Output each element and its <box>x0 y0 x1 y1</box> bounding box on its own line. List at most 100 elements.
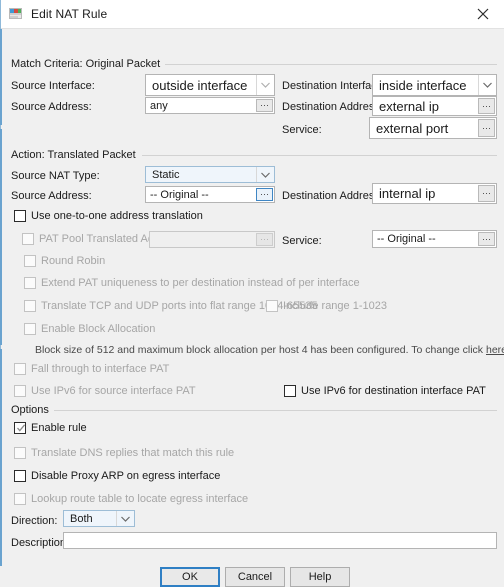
match-criteria-legend: Match Criteria: Original Packet <box>11 58 166 70</box>
extend-pat-label: Extend PAT uniqueness to per destination… <box>41 277 360 289</box>
edit-nat-rule-dialog: Edit NAT Rule Match Criteria: Original P… <box>0 0 504 587</box>
include-range-label: Include range 1-1023 <box>283 300 387 312</box>
left-rail-bottom <box>0 349 2 566</box>
source-nat-type-combo[interactable]: Static <box>145 166 275 183</box>
direction-label: Direction: <box>11 515 58 527</box>
lookup-route-checkbox[interactable]: Lookup route table to locate egress inte… <box>14 493 248 505</box>
action-divider <box>142 155 497 156</box>
action-legend: Action: Translated Packet <box>11 149 141 161</box>
destination-address-field[interactable]: external ip ··· <box>372 96 497 116</box>
fall-through-label: Fall through to interface PAT <box>31 363 170 375</box>
source-address-label: Source Address: <box>11 101 92 113</box>
pat-pool-field[interactable]: ··· <box>149 231 275 248</box>
block-allocation-info: Block size of 512 and maximum block allo… <box>35 344 504 356</box>
checkbox-box <box>14 210 26 222</box>
source-interface-combo[interactable]: outside interface <box>145 74 275 96</box>
checkbox-box <box>22 233 34 245</box>
translated-destination-address-field[interactable]: internal ip ··· <box>372 183 497 204</box>
translate-dns-checkbox[interactable]: Translate DNS replies that match this ru… <box>14 447 234 459</box>
pat-pool-browse-button[interactable]: ··· <box>256 233 273 246</box>
one-to-one-translation-checkbox[interactable]: Use one-to-one address translation <box>14 210 203 222</box>
destination-interface-label: Destination Interface: <box>282 80 386 92</box>
ipv6-destination-checkbox[interactable]: Use IPv6 for destination interface PAT <box>284 385 486 397</box>
translated-source-address-label: Source Address: <box>11 190 92 202</box>
checkmark-icon <box>16 423 26 433</box>
disable-proxy-arp-checkbox[interactable]: Disable Proxy ARP on egress interface <box>14 470 220 482</box>
checkbox-box <box>14 470 26 482</box>
dialog-title: Edit NAT Rule <box>31 7 108 21</box>
direction-combo[interactable]: Both <box>63 510 135 527</box>
close-icon[interactable] <box>470 0 496 28</box>
service-browse-button[interactable]: ··· <box>478 119 495 137</box>
pat-service-label: Service: <box>282 235 322 247</box>
destination-address-label: Destination Address: <box>282 101 383 113</box>
match-criteria-divider <box>149 64 497 65</box>
enable-rule-checkbox[interactable]: Enable rule <box>14 422 87 434</box>
translated-source-address-browse-button[interactable]: ··· <box>256 188 273 201</box>
checkbox-box <box>24 277 36 289</box>
direction-value: Both <box>70 512 93 525</box>
chevron-down-icon[interactable] <box>478 75 496 95</box>
round-robin-label: Round Robin <box>41 255 106 267</box>
service-field[interactable]: external port ··· <box>369 117 497 139</box>
destination-interface-combo[interactable]: inside interface <box>372 74 497 96</box>
disable-proxy-arp-label: Disable Proxy ARP on egress interface <box>31 470 221 482</box>
translated-destination-address-value: internal ip <box>379 186 436 201</box>
checkbox-box <box>284 385 296 397</box>
source-address-browse-button[interactable]: ··· <box>256 99 273 112</box>
pat-service-field[interactable]: -- Original -- ··· <box>372 230 497 248</box>
ipv6-source-label: Use IPv6 for source interface PAT <box>31 385 196 397</box>
ipv6-destination-label: Use IPv6 for destination interface PAT <box>301 385 486 397</box>
source-nat-type-value: Static <box>152 168 180 181</box>
service-value: external port <box>376 120 449 136</box>
extend-pat-checkbox[interactable]: Extend PAT uniqueness to per destination… <box>24 277 360 289</box>
help-button[interactable]: Help <box>290 567 350 587</box>
checkbox-box <box>14 447 26 459</box>
description-label: Description: <box>11 537 70 549</box>
destination-address-value: external ip <box>379 98 439 114</box>
checkbox-box <box>14 385 26 397</box>
options-legend: Options <box>11 404 54 416</box>
source-address-value: any <box>150 99 168 112</box>
checkbox-box <box>266 300 278 312</box>
dialog-content: Match Criteria: Original Packet Source I… <box>0 29 504 587</box>
translated-source-address-field[interactable]: -- Original -- ··· <box>145 186 275 203</box>
chevron-down-icon[interactable] <box>256 75 274 95</box>
block-allocation-info-text: Block size of 512 and maximum block allo… <box>35 344 486 356</box>
pat-service-value: -- Original -- <box>377 233 436 245</box>
chevron-down-icon[interactable] <box>116 511 134 526</box>
checkbox-box <box>14 422 26 434</box>
options-divider <box>48 410 497 411</box>
source-nat-type-label: Source NAT Type: <box>11 170 100 182</box>
ok-button[interactable]: OK <box>160 567 220 587</box>
block-allocation-info-link[interactable]: here <box>486 344 504 356</box>
checkbox-box <box>24 323 36 335</box>
source-interface-value: outside interface <box>152 77 248 93</box>
checkbox-box <box>24 300 36 312</box>
one-to-one-translation-label: Use one-to-one address translation <box>31 210 203 222</box>
chevron-down-icon[interactable] <box>256 167 274 182</box>
destination-interface-value: inside interface <box>379 77 467 93</box>
source-address-field[interactable]: any ··· <box>145 97 275 114</box>
description-input[interactable] <box>63 532 497 549</box>
enable-rule-label: Enable rule <box>31 422 87 434</box>
dialog-titlebar: Edit NAT Rule <box>1 0 504 29</box>
destination-address-browse-button[interactable]: ··· <box>478 98 495 114</box>
checkbox-box <box>14 493 26 505</box>
translate-dns-label: Translate DNS replies that match this ru… <box>31 447 235 459</box>
fall-through-checkbox[interactable]: Fall through to interface PAT <box>14 363 169 375</box>
left-rail-mid <box>0 129 2 345</box>
cancel-button[interactable]: Cancel <box>225 567 285 587</box>
pat-service-browse-button[interactable]: ··· <box>478 232 495 246</box>
block-allocation-checkbox[interactable]: Enable Block Allocation <box>24 323 155 335</box>
round-robin-checkbox[interactable]: Round Robin <box>24 255 105 267</box>
nat-rule-icon <box>8 6 24 22</box>
ipv6-source-checkbox[interactable]: Use IPv6 for source interface PAT <box>14 385 196 397</box>
checkbox-box <box>24 255 36 267</box>
translated-destination-address-browse-button[interactable]: ··· <box>478 185 495 202</box>
include-range-checkbox[interactable]: Include range 1-1023 <box>266 300 387 312</box>
source-interface-label: Source Interface: <box>11 80 95 92</box>
lookup-route-label: Lookup route table to locate egress inte… <box>31 493 249 505</box>
translated-destination-address-label: Destination Address: <box>282 190 383 202</box>
pat-pool-value <box>150 232 256 247</box>
